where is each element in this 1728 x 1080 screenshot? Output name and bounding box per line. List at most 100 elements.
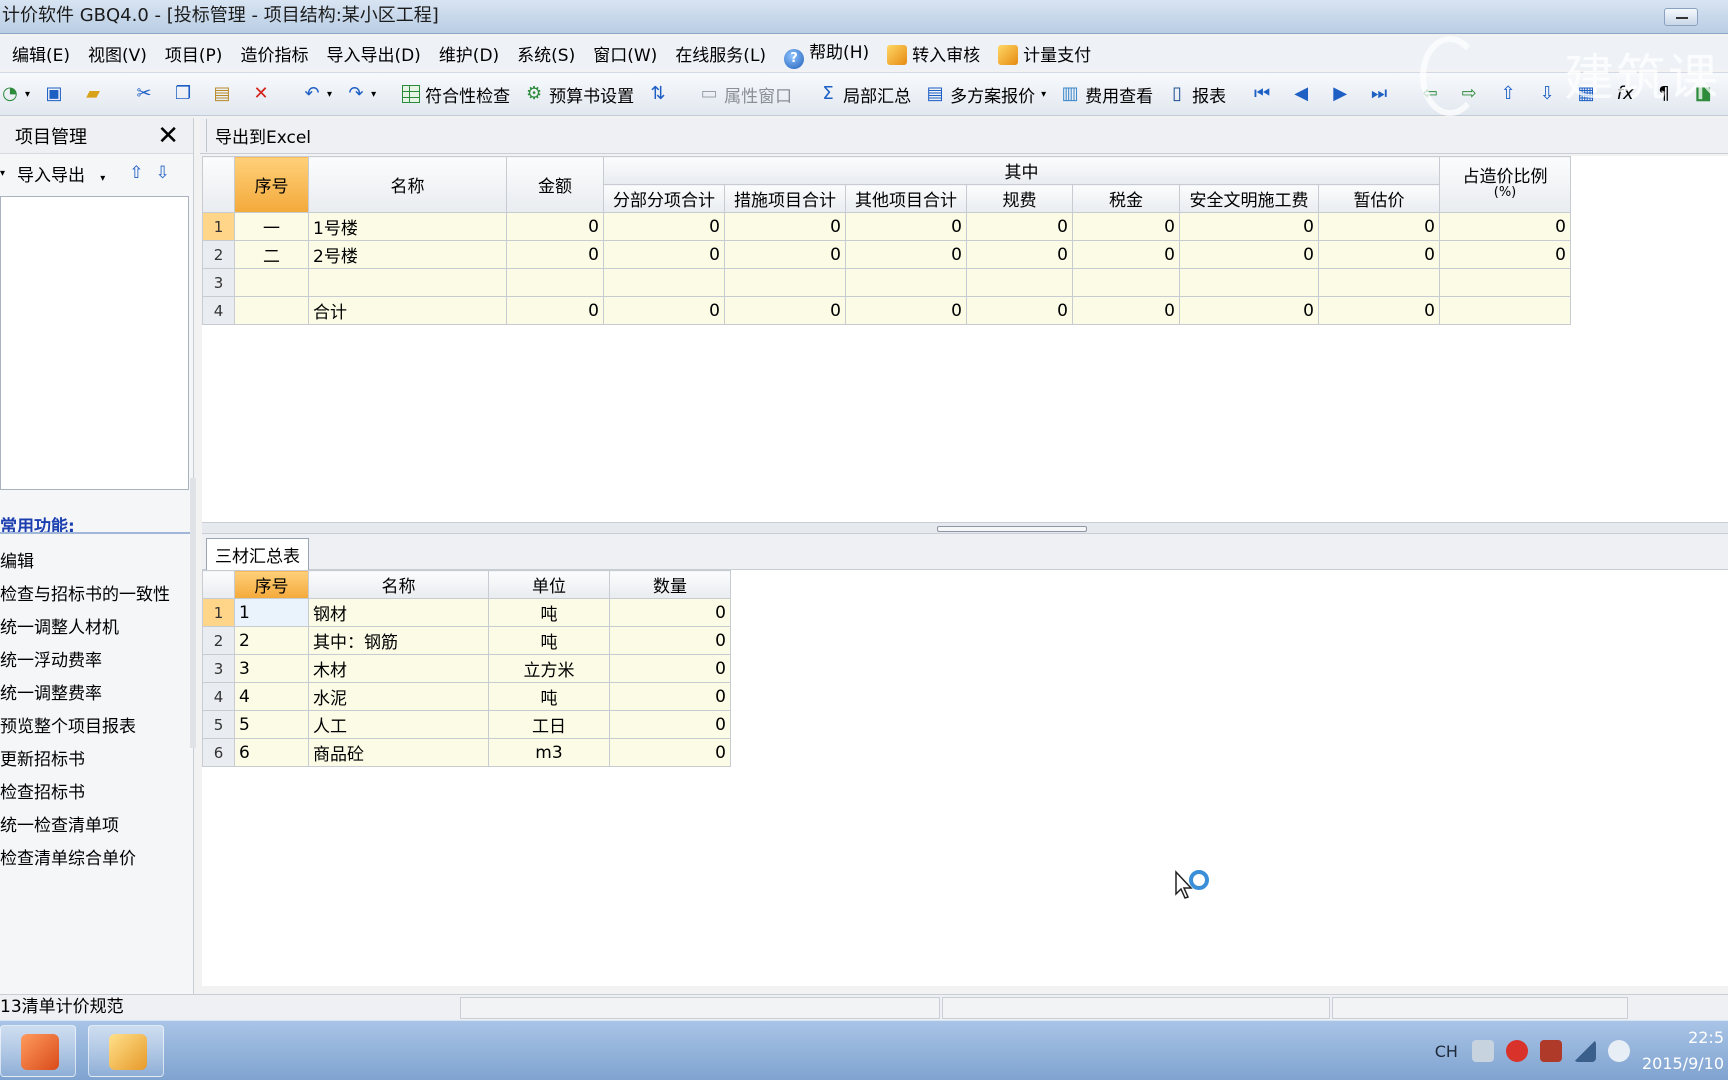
row-number[interactable]: 6 — [202, 738, 235, 767]
cell-unit[interactable]: m3 — [488, 738, 610, 767]
function-link[interactable]: 更新招标书 — [0, 744, 190, 777]
move-up-button[interactable]: ⇧ — [1498, 84, 1523, 104]
function-link[interactable]: 检查与招标书的一致性 — [0, 579, 190, 612]
row-number[interactable]: 1 — [202, 212, 235, 241]
cell-amount[interactable]: 0 — [506, 240, 604, 269]
cell-value[interactable]: 0 — [1179, 240, 1319, 269]
paragraph-button[interactable]: ¶ — [1654, 84, 1679, 104]
cell-seq[interactable]: 4 — [234, 682, 309, 711]
cell-value[interactable]: 0 — [603, 296, 725, 325]
cell-quantity[interactable]: 0 — [609, 654, 731, 683]
copy-button[interactable]: ❐ — [173, 84, 198, 104]
table-row[interactable]: 3 3 木材 立方米 0 — [202, 654, 731, 683]
column-header-sub[interactable]: 措施项目合计 — [724, 184, 846, 213]
taskbar-app-pricing[interactable] — [0, 1025, 76, 1077]
cell-quantity[interactable]: 0 — [609, 598, 731, 627]
function-link[interactable]: 编辑 — [0, 546, 190, 579]
cell-value[interactable]: 0 — [724, 296, 846, 325]
table-row[interactable]: 5 5 人工 工日 0 — [202, 710, 731, 739]
cell-value[interactable]: 0 — [1072, 240, 1180, 269]
cell-ratio[interactable] — [1439, 268, 1571, 297]
budget-settings-button[interactable]: ⚙ 预算书设置 — [524, 82, 634, 107]
menu-edit[interactable]: 编辑(E) — [12, 41, 70, 66]
cell-value[interactable]: 0 — [966, 212, 1073, 241]
next-button[interactable]: ▶ — [1330, 84, 1355, 104]
cell-value[interactable] — [966, 268, 1073, 297]
cell-quantity[interactable]: 0 — [609, 710, 731, 739]
cell-quantity[interactable]: 0 — [609, 738, 731, 767]
volume-icon[interactable] — [1607, 1040, 1630, 1062]
cell-value[interactable]: 0 — [724, 212, 846, 241]
column-header-sub[interactable]: 税金 — [1072, 184, 1180, 213]
corner-cell[interactable] — [202, 156, 235, 213]
column-header-ratio[interactable]: 占造价比例 (%) — [1439, 156, 1571, 213]
report-button[interactable]: ▯ 报表 — [1167, 82, 1226, 107]
arrow-down-icon[interactable]: ⇩ — [155, 163, 169, 183]
row-number[interactable]: 2 — [202, 240, 235, 269]
row-number[interactable]: 3 — [202, 654, 235, 683]
splitter[interactable] — [202, 522, 1728, 534]
cell-value[interactable]: 0 — [724, 240, 846, 269]
menu-view[interactable]: 视图(V) — [88, 41, 147, 66]
redo-button[interactable]: ↷ ▾ — [346, 84, 377, 104]
function-link[interactable]: 统一浮动费率 — [0, 645, 190, 678]
menu-measure-payment[interactable]: 计量支付 — [998, 41, 1091, 66]
calculator-button[interactable]: ▦ — [1576, 84, 1601, 104]
partial-summary-button[interactable]: Σ 局部汇总 — [818, 82, 911, 107]
cell-name[interactable]: 钢材 — [308, 598, 489, 627]
cell-name[interactable]: 2号楼 — [308, 240, 507, 269]
menu-help[interactable]: ? 帮助(H) — [784, 38, 869, 69]
undo-button[interactable]: ↶ ▾ — [302, 84, 332, 104]
chevron-down-icon[interactable]: ▾ — [0, 168, 5, 179]
cell-value[interactable]: 0 — [1072, 212, 1180, 241]
cell-name[interactable]: 合计 — [308, 296, 507, 325]
cell-value[interactable]: 0 — [603, 212, 725, 241]
cell-unit[interactable]: 吨 — [488, 598, 610, 627]
minimize-button[interactable] — [1664, 8, 1698, 26]
menu-import-export[interactable]: 导入导出(D) — [326, 41, 420, 66]
table-row[interactable]: 3 — [202, 268, 1571, 297]
row-number[interactable]: 4 — [202, 296, 235, 325]
cell-value[interactable]: 0 — [1318, 212, 1440, 241]
table-row[interactable]: 1 1 钢材吨 0 — [202, 598, 731, 627]
cell-value[interactable] — [1318, 268, 1440, 297]
open-button[interactable]: ▰ — [83, 84, 108, 104]
security-icon[interactable] — [1505, 1040, 1528, 1062]
column-header-sub[interactable]: 分部分项合计 — [603, 184, 725, 213]
cell-value[interactable]: 0 — [845, 296, 967, 325]
prev-button[interactable]: ◀ — [1291, 84, 1316, 104]
cell-quantity[interactable]: 0 — [609, 682, 731, 711]
column-header-amount[interactable]: 金额 — [506, 156, 604, 213]
function-link[interactable]: 预览整个项目报表 — [0, 711, 190, 744]
cell-value[interactable]: 0 — [966, 240, 1073, 269]
menu-maintain[interactable]: 维护(D) — [439, 41, 499, 66]
paste-button[interactable]: ▤ — [212, 84, 237, 104]
cell-value[interactable] — [1072, 268, 1180, 297]
cell-seq[interactable] — [234, 296, 309, 325]
column-header-name[interactable]: 名称 — [308, 156, 507, 213]
table-row[interactable]: 2 二 2号楼 0 0 0 0 0 0 0 0 0 — [202, 240, 1571, 269]
cell-seq[interactable]: 5 — [234, 710, 309, 739]
cell-seq[interactable]: 2 — [234, 626, 309, 655]
column-group-of-which[interactable]: 其中 — [603, 156, 1440, 185]
cell-value[interactable]: 0 — [845, 240, 967, 269]
cell-seq[interactable]: 二 — [234, 240, 309, 269]
cell-quantity[interactable]: 0 — [609, 626, 731, 655]
table-row[interactable]: 1 一 1号楼 0 0 0 0 0 0 0 0 0 — [202, 212, 1571, 241]
cell-name[interactable] — [308, 268, 507, 297]
cell-name[interactable]: 水泥 — [308, 682, 489, 711]
table-row[interactable]: 4 合计 0 0 0 0 0 0 0 0 — [202, 296, 1571, 325]
keyboard-icon[interactable] — [1471, 1040, 1494, 1062]
cell-value[interactable] — [845, 268, 967, 297]
column-header-quantity[interactable]: 数量 — [609, 570, 731, 599]
menu-system[interactable]: 系统(S) — [517, 41, 575, 66]
move-down-button[interactable]: ⇩ — [1537, 84, 1562, 104]
cell-unit[interactable]: 吨 — [488, 682, 610, 711]
row-number[interactable]: 1 — [202, 598, 235, 627]
cell-name[interactable]: 1号楼 — [308, 212, 507, 241]
cube-button[interactable]: ■ — [1693, 84, 1718, 104]
save-button[interactable]: ▣ — [44, 84, 69, 104]
column-header-name[interactable]: 名称 — [308, 570, 489, 599]
panel-scrollbar[interactable] — [190, 478, 196, 748]
menu-window[interactable]: 窗口(W) — [593, 41, 657, 66]
